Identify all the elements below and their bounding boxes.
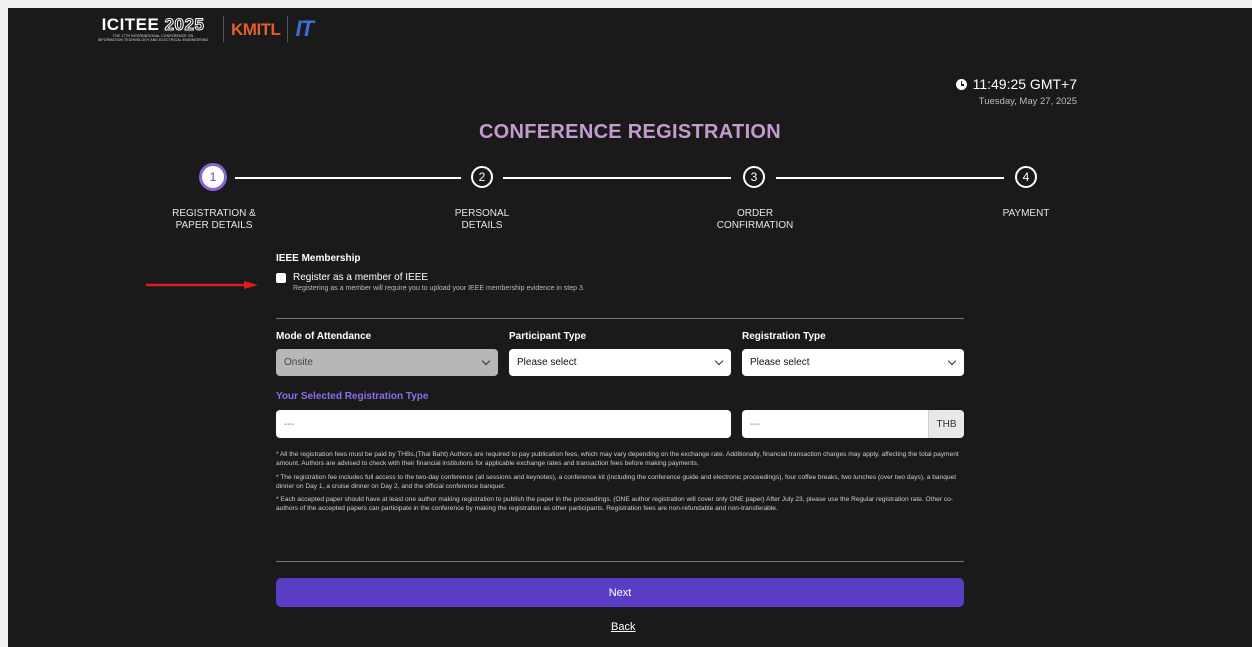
step-connector bbox=[235, 177, 461, 179]
kmitl-logo-text: KMITL bbox=[231, 19, 281, 39]
page-title: CONFERENCE REGISTRATION bbox=[478, 121, 782, 143]
step-3-label-line1: ORDER bbox=[736, 208, 774, 219]
step-1-label-line1: REGISTRATION & bbox=[172, 208, 256, 219]
clock: 11:49:25 GMT+7 Tuesday, May 27, 2025 bbox=[955, 76, 1077, 107]
icitee-logo-text: ICITEE bbox=[101, 15, 160, 34]
ieee-section-title: IEEE Membership bbox=[276, 253, 361, 264]
registration-form: IEEE Membership Register as a member of … bbox=[276, 253, 964, 292]
registration-type-select[interactable]: Please select bbox=[742, 349, 964, 376]
it-logo[interactable]: IT bbox=[295, 16, 314, 42]
divider bbox=[276, 561, 964, 562]
step-1-label-line2: PAPER DETAILS bbox=[175, 220, 253, 231]
kmitl-logo[interactable]: KMITL bbox=[231, 19, 281, 39]
step-connector bbox=[503, 177, 731, 179]
ieee-member-label: Register as a member of IEEE bbox=[293, 272, 429, 283]
next-button[interactable]: Next bbox=[276, 578, 964, 607]
mode-of-attendance-select[interactable]: Onsite bbox=[276, 349, 498, 376]
divider bbox=[276, 318, 964, 319]
chevron-down-icon bbox=[947, 356, 957, 366]
ieee-member-help: Registering as a member will require you… bbox=[293, 285, 585, 292]
currency-addon: THB bbox=[928, 410, 964, 438]
note-item: * The registration fee includes full acc… bbox=[276, 473, 957, 490]
step-4-label-line1: PAYMENT bbox=[1002, 208, 1050, 219]
registration-price-field: --- bbox=[742, 410, 928, 438]
step-3-label: ORDER CONFIRMATION bbox=[695, 208, 815, 232]
step-1-label: REGISTRATION & PAPER DETAILS bbox=[154, 208, 274, 232]
header-logos: ICITEE 2025 THE 17TH INTERNATIONAL CONFE… bbox=[90, 14, 314, 44]
step-connector bbox=[776, 177, 1004, 179]
back-link[interactable]: Back bbox=[611, 621, 635, 633]
mode-of-attendance-label: Mode of Attendance bbox=[276, 331, 372, 342]
step-2-label-line2: DETAILS bbox=[461, 220, 503, 231]
logo-divider bbox=[287, 16, 289, 42]
icitee-logo[interactable]: ICITEE 2025 THE 17TH INTERNATIONAL CONFE… bbox=[90, 15, 216, 42]
registration-type-value: Please select bbox=[750, 357, 810, 368]
selected-registration-type-field: --- bbox=[276, 410, 731, 438]
selected-registration-type-value: --- bbox=[284, 418, 294, 430]
red-arrow-icon bbox=[146, 281, 258, 289]
selected-registration-title: Your Selected Registration Type bbox=[276, 391, 429, 402]
mode-of-attendance-value: Onsite bbox=[284, 357, 313, 368]
step-3-circle: 3 bbox=[743, 166, 765, 188]
icitee-logo-sub2: INFORMATION TECHNOLOGY AND ELECTRICAL EN… bbox=[97, 38, 209, 42]
clock-time: 11:49:25 GMT+7 bbox=[972, 76, 1077, 92]
step-4-label: PAYMENT bbox=[966, 208, 1086, 220]
icitee-logo-year: 2025 bbox=[164, 15, 205, 34]
clock-icon bbox=[955, 78, 967, 90]
chevron-down-icon bbox=[714, 356, 724, 366]
step-4-circle: 4 bbox=[1015, 166, 1037, 188]
step-1-circle[interactable]: 1 bbox=[199, 163, 227, 191]
logo-divider bbox=[223, 16, 224, 42]
chevron-down-icon bbox=[481, 356, 491, 366]
page: ICITEE 2025 THE 17TH INTERNATIONAL CONFE… bbox=[8, 8, 1252, 647]
participant-type-label: Participant Type bbox=[509, 331, 587, 342]
step-2-label: PERSONAL DETAILS bbox=[422, 208, 542, 232]
step-2-label-line1: PERSONAL bbox=[454, 208, 510, 219]
step-3-label-line2: CONFIRMATION bbox=[716, 220, 794, 231]
step-2-circle: 2 bbox=[471, 166, 493, 188]
registration-notes: * All the registration fees must be paid… bbox=[276, 450, 964, 518]
ieee-member-checkbox[interactable] bbox=[276, 273, 286, 283]
registration-type-label: Registration Type bbox=[742, 331, 826, 342]
note-item: * All the registration fees must be paid… bbox=[276, 451, 959, 468]
clock-date: Tuesday, May 27, 2025 bbox=[978, 96, 1077, 107]
participant-type-select[interactable]: Please select bbox=[509, 349, 731, 376]
registration-price-value: --- bbox=[750, 418, 760, 430]
note-item: * Each accepted paper should have at lea… bbox=[276, 496, 953, 513]
participant-type-value: Please select bbox=[517, 357, 577, 368]
ieee-member-option[interactable]: Register as a member of IEEE Registering… bbox=[276, 272, 964, 292]
